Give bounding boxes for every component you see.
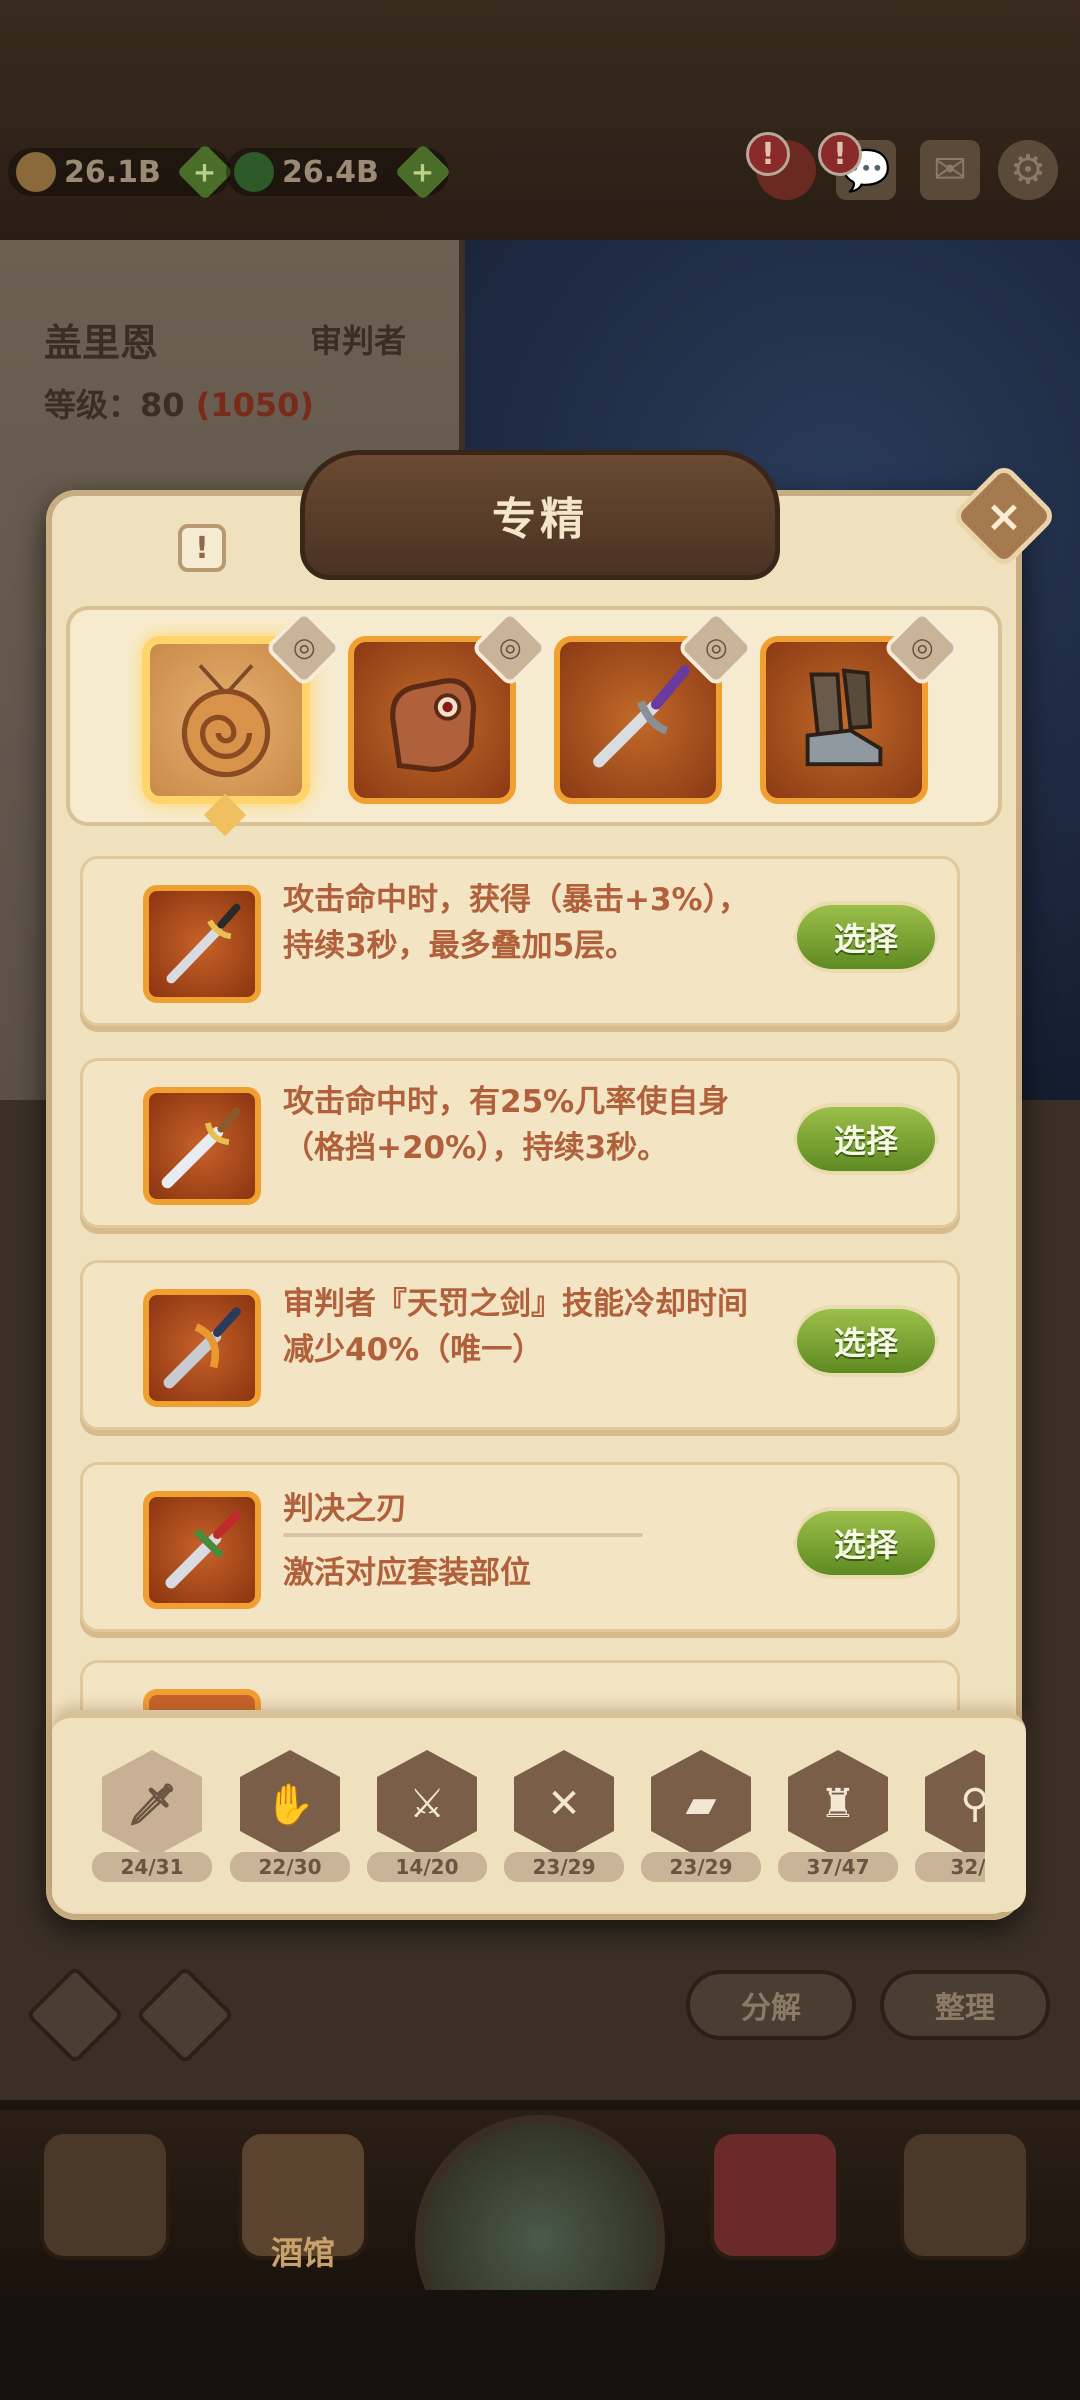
gold-counter[interactable]: 26.1B + [8,143,234,201]
nav-treasure[interactable] [690,2110,860,2280]
verdict-blade-icon [143,1491,261,1609]
tab-dagger[interactable]: ⚔ 14/20 [367,1750,487,1890]
dagger-icon [143,885,261,1003]
armor-tab-icon: ♜ [788,1750,888,1858]
info-button[interactable]: ! [178,524,226,572]
nav-tavern[interactable]: 酒馆 [218,2110,388,2280]
top-bar [0,0,1080,240]
tab-count: 23/29 [641,1852,761,1882]
hero-level: 等级：80 (1050) [44,386,314,424]
modal-title: 专精 [492,494,588,545]
option-card-4: 判决之刃 激活对应套装部位 选择 [80,1462,960,1632]
partial-item-icon [143,1689,261,1710]
tab-book[interactable]: ▰ 23/29 [641,1750,761,1890]
judgement-sword-icon [143,1289,261,1407]
organize-button[interactable]: 整理 [880,1970,1050,2040]
option-description: 攻击命中时，有25%几率使自身（格挡+20%），持续3秒。 [283,1084,730,1166]
alert-badge: ! [818,132,862,176]
option-description: 审判者『天罚之剑』技能冷却时间减少40%（唯一） [283,1286,748,1368]
nav-home[interactable] [20,2110,190,2280]
tab-amulet[interactable]: ⚲ 32/3 [915,1750,985,1890]
nav-forge[interactable] [880,2110,1050,2280]
tab-shield[interactable]: ✕ 23/29 [504,1750,624,1890]
modal-header: 专精 [300,450,780,580]
close-icon: × [985,490,1023,542]
tab-sword[interactable]: 🗡 24/31 [92,1750,212,1890]
hero-name: 盖里恩 [44,321,159,365]
amulet-tab-icon: ⚲ [925,1750,985,1858]
system-bar [0,2290,1080,2400]
set-progress-line [283,1533,643,1537]
glove-icon [390,678,477,773]
gear-icon[interactable]: ⚙ [998,140,1058,200]
tab-count: 14/20 [367,1852,487,1882]
option-card-5-partial [80,1660,960,1710]
sword-tab-icon: 🗡 [102,1750,202,1858]
hero-class: 审判者 [310,322,407,360]
option-description: 攻击命中时，获得（暴击+3%），持续3秒，最多叠加5层。 [283,882,750,964]
gem-icon [234,152,274,192]
tab-count: 24/31 [92,1852,212,1882]
decompose-button[interactable]: 分解 [686,1970,856,2040]
book-tab-icon: ▰ [651,1750,751,1858]
tab-count: 22/30 [230,1852,350,1882]
gem-counter[interactable]: 26.4B + [226,143,452,201]
select-button[interactable]: 选择 [793,901,939,973]
sword-icon [593,665,690,768]
shield-tab-icon: ✕ [514,1750,614,1858]
option-card-2: 攻击命中时，有25%几率使自身（格挡+20%），持续3秒。 选择 [80,1058,960,1228]
select-button[interactable]: 选择 [793,1103,939,1175]
alert-badge: ! [746,132,790,176]
tab-count: 23/29 [504,1852,624,1882]
tab-count: 37/47 [778,1852,898,1882]
set-subtitle: 激活对应套装部位 [283,1555,531,1591]
mail-icon[interactable]: ✉ [920,140,980,200]
dagger-tab-icon: ⚔ [377,1750,477,1858]
glove-tab-icon: ✋ [240,1750,340,1858]
boots-icon [805,668,883,767]
select-button[interactable]: 选择 [793,1507,939,1579]
gold-amount: 26.1B [64,154,161,190]
gem-amount: 26.4B [282,154,379,190]
option-card-3: 审判者『天罚之剑』技能冷却时间减少40%（唯一） 选择 [80,1260,960,1430]
tab-armor[interactable]: ♜ 37/47 [778,1750,898,1890]
gold-coin-icon [16,152,56,192]
tab-glove[interactable]: ✋ 22/30 [230,1750,350,1890]
amulet-icon [181,664,271,778]
shortsword-icon [143,1087,261,1205]
tab-count: 32/3 [915,1852,985,1882]
option-card-1: 攻击命中时，获得（暴击+3%），持续3秒，最多叠加5层。 选择 [80,856,960,1026]
select-button[interactable]: 选择 [793,1305,939,1377]
set-title: 判决之刃 [283,1491,407,1527]
